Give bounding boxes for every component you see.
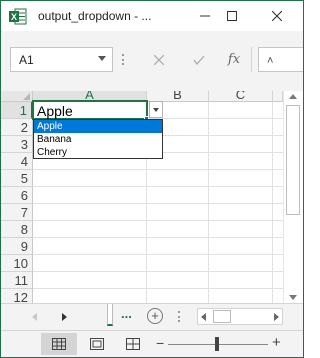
row-header[interactable]: 12 [1,289,33,303]
gridline [33,220,283,221]
formula-input[interactable]: ˄ [258,47,303,72]
page-break-button[interactable] [115,333,151,355]
enter-button[interactable] [184,47,214,72]
dropdown-option[interactable]: Apple [34,120,162,133]
maximize-icon [227,11,237,21]
scroll-left-icon[interactable] [201,313,206,321]
name-box-value: A1 [19,53,34,67]
row-header[interactable]: 2 [1,119,33,136]
page-layout-icon [90,338,104,350]
zoom-out-button[interactable]: − [156,335,164,351]
zoom-in-button[interactable]: + [272,334,281,351]
dropdown-option[interactable]: Banana [34,133,162,146]
row-header[interactable]: 11 [1,272,33,289]
gridline [33,186,283,187]
row-header[interactable]: 7 [1,204,33,221]
cancel-icon [154,54,164,65]
formula-bar-splitter[interactable] [122,54,125,65]
dropdown-list: Apple Banana Cherry [33,119,163,159]
gridline [33,288,283,289]
spreadsheet-grid: A B C 1 2 3 4 5 6 7 8 9 10 11 12 Apple A… [1,91,303,303]
window-title: output_dropdown - ... [38,9,152,23]
chevron-up-icon[interactable]: ˄ [267,55,273,67]
page-break-icon [126,338,140,350]
scroll-thumb[interactable] [286,105,300,215]
gridline [272,102,273,303]
gridline [33,169,283,170]
row-header[interactable]: 8 [1,221,33,238]
status-bar: − + [1,330,303,357]
chevron-down-icon[interactable] [98,56,106,61]
scroll-right-icon[interactable] [274,313,279,321]
sheet-tab[interactable] [107,304,113,326]
cancel-button[interactable] [144,47,174,72]
cell-value: Apple [37,103,73,119]
svg-text:X: X [11,12,17,22]
zoom-slider-thumb[interactable] [215,337,219,351]
normal-view-icon [52,338,66,350]
row-header[interactable]: 9 [1,238,33,255]
gridline [33,203,283,204]
gridline [33,237,283,238]
chevron-down-icon [153,108,159,112]
row-header[interactable]: 4 [1,153,33,170]
insert-function-button[interactable]: fx [219,47,249,72]
name-box[interactable]: A1 [10,47,113,72]
column-header-c[interactable]: C [209,91,273,102]
minimize-icon [200,15,210,17]
more-sheets-button[interactable]: ... [121,306,132,321]
gridline [33,254,283,255]
scroll-up-icon[interactable] [289,94,297,99]
maximize-button[interactable] [214,1,250,31]
row-header[interactable]: 10 [1,255,33,272]
page-layout-button[interactable] [79,333,115,355]
horizontal-scrollbar[interactable] [197,308,283,325]
previous-sheet-icon[interactable] [32,313,37,321]
tab-splitter[interactable] [178,311,181,322]
excel-window: X output_dropdown - ... A1 fx ˄ A B C 1 … [0,0,304,358]
gridline [208,102,209,303]
column-header-partial[interactable] [273,91,283,102]
scroll-down-icon[interactable] [289,295,297,300]
divider [251,47,252,72]
checkmark-icon [193,55,205,65]
next-sheet-icon[interactable] [62,313,67,321]
row-header[interactable]: 6 [1,187,33,204]
normal-view-button[interactable] [41,333,77,355]
row-header[interactable]: 3 [1,136,33,153]
select-all-button[interactable] [1,91,33,102]
dropdown-button[interactable] [149,101,163,118]
sheet-tab-bar: ... + [1,303,303,330]
scroll-thumb[interactable] [213,310,231,323]
gridline [33,271,283,272]
dropdown-option[interactable]: Cherry [34,146,162,159]
excel-icon: X [9,8,27,25]
title-bar: X output_dropdown - ... [1,1,303,31]
add-sheet-button[interactable]: + [147,308,163,324]
close-button[interactable] [259,1,295,31]
active-cell-a1[interactable]: Apple [32,100,148,120]
close-icon [272,11,282,21]
formula-bar: A1 fx ˄ [1,31,303,91]
row-header[interactable]: 1 [1,102,33,119]
vertical-scrollbar[interactable] [283,91,303,303]
row-header[interactable]: 5 [1,170,33,187]
